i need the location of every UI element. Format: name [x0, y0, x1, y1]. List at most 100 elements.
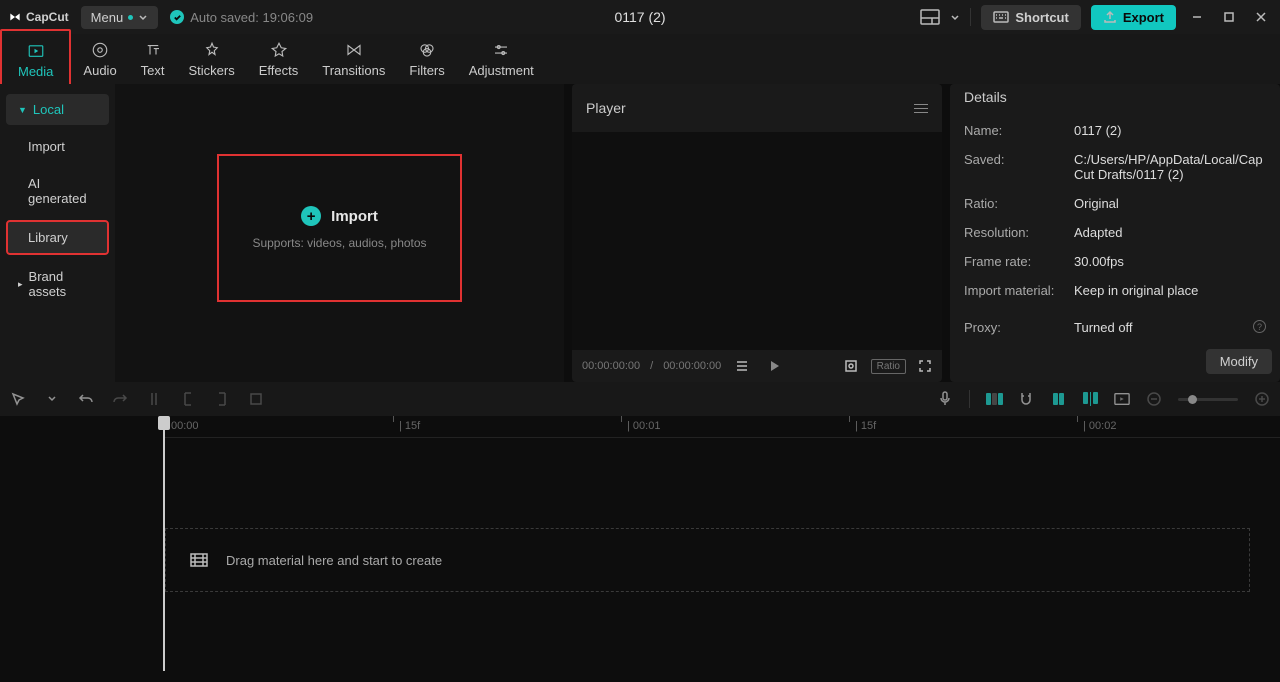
detail-label: Frame rate:	[964, 254, 1074, 269]
trim-right[interactable]	[214, 391, 230, 407]
zoom-slider[interactable]	[1178, 398, 1238, 401]
select-tool[interactable]	[10, 391, 26, 407]
undo-button[interactable]	[78, 391, 94, 407]
timeline-ruler[interactable]: 00:00 | 15f | 00:01 | 15f | 00:02	[165, 416, 1280, 438]
list-icon[interactable]	[735, 359, 749, 373]
project-title: 0117 (2)	[614, 9, 665, 25]
detail-value: 30.00fps	[1074, 254, 1266, 269]
export-button[interactable]: Export	[1091, 5, 1176, 30]
detail-label: Resolution:	[964, 225, 1074, 240]
tab-stickers[interactable]: Stickers	[177, 35, 247, 84]
zoom-out[interactable]	[1146, 391, 1162, 407]
export-icon	[1103, 10, 1117, 24]
app-name: CapCut	[26, 10, 69, 24]
minimize-button[interactable]	[1186, 6, 1208, 28]
tab-label: Effects	[259, 63, 299, 78]
tab-label: Text	[141, 63, 165, 78]
trim-left[interactable]	[180, 391, 196, 407]
timeline-toolbar	[0, 382, 1280, 416]
chevron-down-icon[interactable]	[950, 12, 960, 22]
media-icon	[27, 42, 45, 60]
tab-label: Stickers	[189, 63, 235, 78]
caret-down-icon: ▼	[18, 105, 27, 115]
transitions-icon	[345, 41, 363, 59]
tab-audio[interactable]: Audio	[71, 35, 128, 84]
tab-media-highlight: Media	[0, 29, 71, 89]
time-current: 00:00:00:00	[582, 360, 640, 372]
split-tool[interactable]	[146, 391, 162, 407]
tab-adjustment[interactable]: Adjustment	[457, 35, 546, 84]
keyboard-icon	[993, 11, 1009, 23]
close-button[interactable]	[1250, 6, 1272, 28]
stickers-icon	[203, 41, 221, 59]
preview-icon[interactable]	[1114, 391, 1130, 407]
sidebar-item-label: Library	[28, 230, 68, 245]
modify-button[interactable]: Modify	[1206, 349, 1272, 374]
redo-button[interactable]	[112, 391, 128, 407]
playhead[interactable]	[163, 416, 165, 671]
magnet-icon[interactable]	[1018, 391, 1034, 407]
sidebar-item-import[interactable]: Import	[6, 131, 109, 162]
sidebar-item-library[interactable]: Library	[6, 220, 109, 255]
mic-icon[interactable]	[937, 391, 953, 407]
shortcut-label: Shortcut	[1015, 10, 1068, 25]
sidebar-item-local[interactable]: ▼ Local	[6, 94, 109, 125]
delete-tool[interactable]	[248, 391, 264, 407]
tab-filters[interactable]: Filters	[397, 35, 456, 84]
import-dropzone[interactable]: + Import Supports: videos, audios, photo…	[217, 154, 462, 302]
tab-label: Media	[18, 64, 53, 79]
menu-button[interactable]: Menu	[81, 6, 159, 29]
tab-media[interactable]: Media	[6, 36, 65, 85]
align-icon[interactable]	[1082, 391, 1098, 407]
tab-label: Transitions	[322, 63, 385, 78]
timeline-drop-track[interactable]: Drag material here and start to create	[165, 528, 1250, 592]
player-panel: Player 00:00:00:00 / 00:00:00:00 Ratio	[572, 84, 942, 382]
play-icon[interactable]	[767, 359, 781, 373]
tab-text[interactable]: Text	[129, 35, 177, 84]
film-icon	[190, 553, 208, 567]
tab-label: Adjustment	[469, 63, 534, 78]
menu-label: Menu	[91, 10, 124, 25]
zoom-in[interactable]	[1254, 391, 1270, 407]
maximize-button[interactable]	[1218, 6, 1240, 28]
sidebar-item-brand[interactable]: ▸Brand assets	[6, 261, 109, 307]
crop-icon[interactable]	[843, 358, 859, 374]
sidebar-item-label: AI generated	[28, 176, 97, 206]
info-icon[interactable]: ?	[1253, 320, 1266, 333]
sidebar-item-ai[interactable]: AI generated	[6, 168, 109, 214]
tab-label: Filters	[409, 63, 444, 78]
media-sidebar: ▼ Local Import AI generated Library ▸Bran…	[0, 84, 115, 382]
timeline: 00:00 | 15f | 00:01 | 15f | 00:02 Drag m…	[0, 416, 1280, 681]
player-menu-icon[interactable]	[914, 104, 928, 113]
effects-icon	[270, 41, 288, 59]
filters-icon	[418, 41, 436, 59]
autosave-status: Auto saved: 19:06:09	[170, 10, 313, 25]
detail-label: Proxy:	[964, 320, 1074, 335]
fullscreen-icon[interactable]	[918, 359, 932, 373]
detail-value: Keep in original place	[1074, 283, 1266, 298]
player-viewport	[572, 132, 942, 350]
shortcut-button[interactable]: Shortcut	[981, 5, 1080, 30]
sidebar-item-label: Local	[33, 102, 64, 117]
plus-icon: +	[301, 206, 321, 226]
import-panel: + Import Supports: videos, audios, photo…	[115, 84, 564, 382]
audio-icon	[91, 41, 109, 59]
import-subtitle: Supports: videos, audios, photos	[252, 236, 426, 250]
link-icon[interactable]	[1050, 391, 1066, 407]
ratio-button[interactable]: Ratio	[871, 359, 906, 374]
detail-label: Name:	[964, 123, 1074, 138]
tab-transitions[interactable]: Transitions	[310, 35, 397, 84]
details-panel: Details Name:0117 (2) Saved:C:/Users/HP/…	[950, 84, 1280, 382]
menu-dot-icon	[128, 15, 133, 20]
title-bar: CapCut Menu Auto saved: 19:06:09 0117 (2…	[0, 0, 1280, 34]
text-icon	[144, 41, 162, 59]
snap-left-icon[interactable]	[986, 391, 1002, 407]
detail-value: C:/Users/HP/AppData/Local/CapCut Drafts/…	[1074, 152, 1266, 182]
import-label: Import	[331, 208, 378, 225]
layout-icon[interactable]	[920, 9, 940, 25]
detail-label: Saved:	[964, 152, 1074, 182]
adjustment-icon	[492, 41, 510, 59]
tab-effects[interactable]: Effects	[247, 35, 311, 84]
select-dropdown[interactable]	[44, 391, 60, 407]
main-tabs: Media Audio Text Stickers Effects Transi…	[0, 34, 1280, 84]
